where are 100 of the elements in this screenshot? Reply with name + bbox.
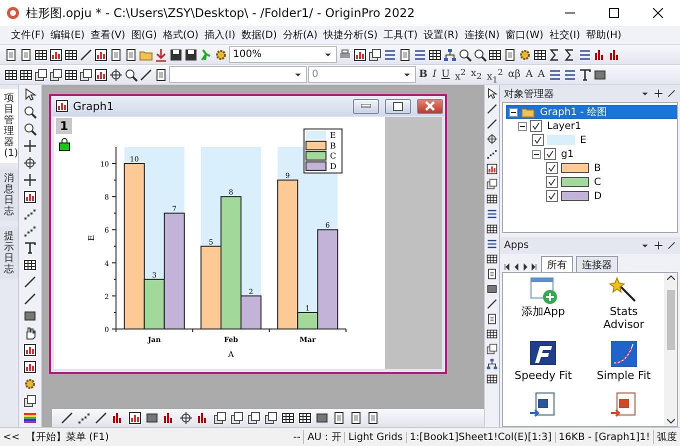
- mask-icon[interactable]: [23, 224, 37, 238]
- doc-icon[interactable]: [486, 313, 498, 325]
- line-plot-icon[interactable]: [79, 48, 93, 62]
- pin-icon[interactable]: [654, 89, 663, 98]
- menu-item[interactable]: 帮助(H): [583, 26, 624, 44]
- new-notes-icon[interactable]: [19, 48, 33, 62]
- zoom-icon[interactable]: [458, 48, 472, 62]
- menu-item[interactable]: 图(G): [128, 26, 160, 44]
- text-tool-icon[interactable]: [23, 241, 37, 255]
- table-icon[interactable]: [428, 48, 442, 62]
- arrange-icon[interactable]: [486, 373, 498, 385]
- line-icon[interactable]: [486, 103, 498, 115]
- polar-icon[interactable]: [179, 411, 193, 425]
- region-icon[interactable]: [23, 190, 37, 204]
- template-icon[interactable]: [349, 411, 363, 425]
- table-icon[interactable]: [486, 253, 498, 265]
- menu-item[interactable]: 文件(F): [8, 26, 48, 44]
- format-button[interactable]: I: [430, 66, 438, 82]
- arrange-icon[interactable]: [64, 68, 78, 82]
- font-size-field[interactable]: 0: [308, 66, 416, 83]
- format-button[interactable]: U: [439, 66, 452, 82]
- collapse-toggle[interactable]: [532, 150, 541, 158]
- rescale-icon[interactable]: [109, 68, 123, 82]
- data-grid-icon[interactable]: [488, 48, 502, 62]
- tree-icon[interactable]: [443, 48, 457, 62]
- menu-item[interactable]: 编辑(E): [48, 26, 88, 44]
- new-workbook-icon[interactable]: [4, 68, 18, 82]
- zoom-field[interactable]: 100%: [229, 46, 337, 63]
- format-button[interactable]: A: [536, 66, 548, 82]
- image-plot-icon[interactable]: [128, 411, 142, 425]
- save-icon[interactable]: [169, 48, 183, 62]
- menu-item[interactable]: 分析(A): [280, 26, 321, 44]
- graph-window-icon[interactable]: [55, 99, 69, 113]
- table-icon[interactable]: [23, 258, 37, 272]
- menu-item[interactable]: 窗口(W): [502, 26, 546, 44]
- crosshair-icon[interactable]: [23, 139, 37, 153]
- worksheet-icon[interactable]: [34, 48, 48, 62]
- line-icon[interactable]: [486, 118, 498, 130]
- format-button[interactable]: x$_{2}$: [468, 66, 484, 82]
- layer-tab[interactable]: 1: [56, 118, 72, 134]
- rescale-icon[interactable]: [486, 133, 498, 145]
- app-item[interactable]: Stats Advisor: [584, 275, 664, 332]
- menu-item[interactable]: 查看(V): [88, 26, 128, 44]
- app-item[interactable]: Speedy Fit: [503, 339, 584, 383]
- box-chart-icon[interactable]: [145, 411, 159, 425]
- checkbox[interactable]: [544, 148, 556, 160]
- notes-icon[interactable]: [503, 48, 517, 62]
- list-icon[interactable]: [486, 238, 498, 250]
- app-item[interactable]: Simple Fit: [584, 339, 664, 383]
- menu-item[interactable]: 数据(D): [238, 26, 280, 44]
- side-tab[interactable]: 项目管理器 (1): [0, 89, 18, 163]
- tree-item[interactable]: g1: [559, 148, 576, 160]
- scatter-icon[interactable]: [77, 411, 91, 425]
- rectangle-icon[interactable]: [486, 283, 498, 295]
- tab[interactable]: 所有: [541, 256, 573, 272]
- layer-icon[interactable]: [368, 48, 382, 62]
- new-sheet-icon[interactable]: [19, 68, 33, 82]
- scroll-down-icon[interactable]: [666, 419, 674, 424]
- close-icon[interactable]: [667, 241, 676, 250]
- rectangle-icon[interactable]: [315, 411, 329, 425]
- pin-icon[interactable]: [654, 241, 663, 250]
- rectangle-tool-icon[interactable]: [23, 309, 37, 323]
- layer-icon[interactable]: [247, 411, 261, 425]
- zoom-region-icon[interactable]: [473, 48, 487, 62]
- edit-icon[interactable]: [398, 48, 412, 62]
- menu-item[interactable]: 工具(T): [380, 26, 421, 44]
- close-icon[interactable]: [667, 89, 676, 98]
- gear-icon[interactable]: [518, 48, 532, 62]
- tree-item[interactable]: Graph1 - 绘图: [506, 105, 677, 119]
- menu-item[interactable]: 连接(N): [461, 26, 503, 44]
- menu-item[interactable]: 快捷分析(S): [320, 26, 381, 44]
- merge-icon[interactable]: [49, 68, 63, 82]
- add-plot-icon[interactable]: [94, 68, 108, 82]
- collapse-toggle[interactable]: [509, 108, 518, 116]
- menu-item[interactable]: 社交(I): [546, 26, 584, 44]
- tab[interactable]: 连接器: [576, 256, 618, 272]
- zoom-out-icon[interactable]: [124, 68, 138, 82]
- zoom-in-icon[interactable]: [23, 105, 37, 119]
- line-symbol-icon[interactable]: [94, 411, 108, 425]
- format-button[interactable]: A: [524, 66, 535, 82]
- layout-icon[interactable]: [109, 48, 123, 62]
- list-icon[interactable]: [486, 208, 498, 220]
- mask-icon[interactable]: [486, 148, 498, 160]
- template-icon[interactable]: [332, 411, 346, 425]
- wire-icon[interactable]: [264, 411, 278, 425]
- tab-navigation-icon[interactable]: [504, 262, 538, 272]
- matrix-icon[interactable]: [64, 48, 78, 62]
- report-icon[interactable]: [124, 48, 138, 62]
- grid-icon[interactable]: [486, 193, 498, 205]
- format-button[interactable]: αβ: [506, 66, 523, 82]
- save-template-icon[interactable]: [184, 48, 198, 62]
- doc-icon[interactable]: [486, 268, 498, 280]
- graph-icon[interactable]: [486, 163, 498, 175]
- checkbox[interactable]: [546, 162, 558, 174]
- side-tab[interactable]: 消息日志: [0, 169, 18, 221]
- restore-button[interactable]: [385, 98, 411, 114]
- target-icon[interactable]: [23, 156, 37, 170]
- grid-icon[interactable]: [486, 223, 498, 235]
- tree-item[interactable]: Layer1: [545, 120, 584, 132]
- scroll-up-icon[interactable]: [666, 275, 674, 280]
